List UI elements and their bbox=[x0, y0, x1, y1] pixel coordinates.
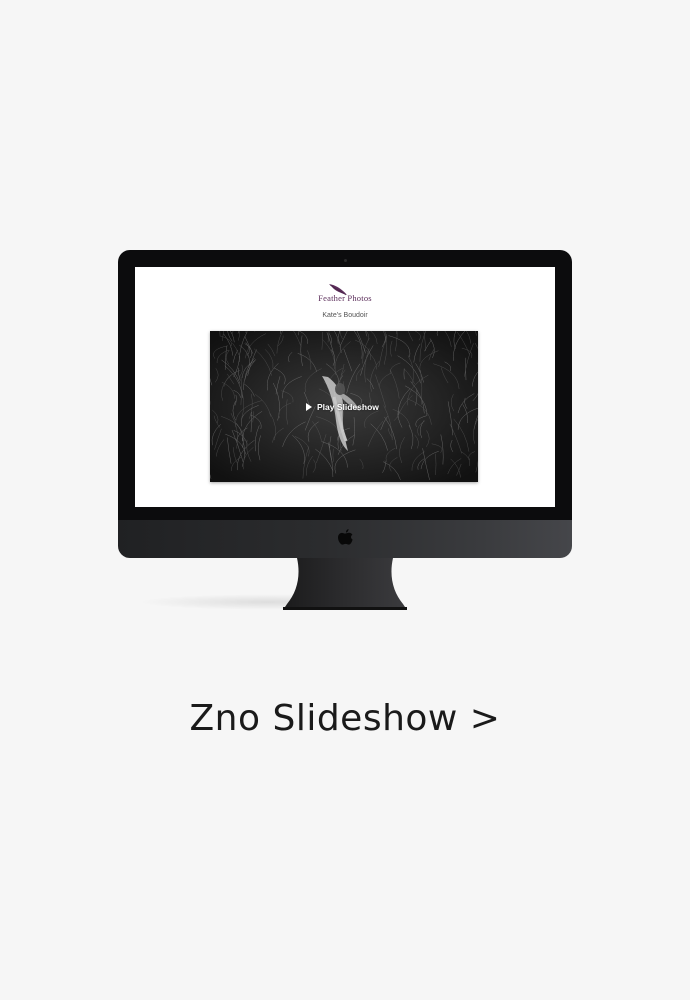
slideshow-cover-image[interactable]: Play Slideshow bbox=[210, 331, 478, 482]
monitor-bezel: Feather Photos Kate's Boudoir Play Slide… bbox=[118, 250, 572, 520]
brand-name: Feather Photos bbox=[318, 293, 372, 303]
play-slideshow-button[interactable]: Play Slideshow bbox=[306, 401, 379, 413]
brand-logo: Feather Photos bbox=[135, 281, 555, 305]
camera-dot bbox=[344, 259, 347, 262]
apple-logo-icon bbox=[338, 529, 353, 545]
gallery-title: Kate's Boudoir bbox=[322, 312, 368, 319]
imac-mockup: Feather Photos Kate's Boudoir Play Slide… bbox=[118, 250, 572, 610]
play-slideshow-label: Play Slideshow bbox=[317, 402, 379, 412]
monitor-chin bbox=[118, 520, 572, 558]
monitor-screen: Feather Photos Kate's Boudoir Play Slide… bbox=[135, 267, 555, 507]
play-icon bbox=[306, 403, 312, 411]
zno-slideshow-link[interactable]: Zno Slideshow > bbox=[0, 698, 690, 739]
page: Feather Photos Kate's Boudoir Play Slide… bbox=[0, 0, 690, 1000]
monitor-stand bbox=[283, 558, 407, 610]
